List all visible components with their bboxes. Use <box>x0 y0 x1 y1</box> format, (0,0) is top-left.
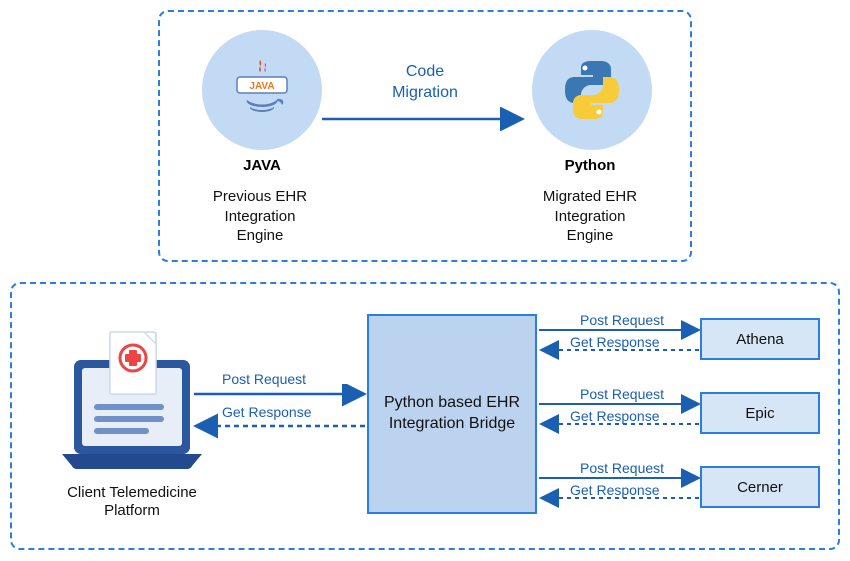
java-caption: Previous EHR Integration Engine <box>200 187 320 246</box>
ehr-box-epic: Epic <box>700 392 820 434</box>
client-post-label: Post Request <box>222 371 306 387</box>
java-circle: JAVA <box>202 30 322 150</box>
migration-arrow <box>322 107 532 131</box>
bridge-caption: Python based EHR Integration Bridge <box>379 393 525 435</box>
bottom-panel: Client Telemedicine Platform Python base… <box>10 282 840 550</box>
epic-post-label: Post Request <box>580 386 664 402</box>
integration-bridge-box: Python based EHR Integration Bridge <box>367 314 537 514</box>
python-caption: Migrated EHR Integration Engine <box>530 187 650 246</box>
ehr-athena-label: Athena <box>736 331 784 348</box>
telemedicine-client-icon <box>52 324 212 484</box>
python-lang-label: Python <box>560 157 620 174</box>
migration-arrow-label: Code Migration <box>360 62 490 104</box>
ehr-box-cerner: Cerner <box>700 466 820 508</box>
client-get-label: Get Response <box>222 404 312 420</box>
epic-get-label: Get Response <box>570 408 660 424</box>
java-lang-label: JAVA <box>242 157 282 174</box>
python-icon <box>557 55 627 125</box>
ehr-epic-label: Epic <box>745 405 774 422</box>
top-panel: JAVA JAVA Previous EHR Integration Engin… <box>158 10 692 262</box>
cerner-post-label: Post Request <box>580 460 664 476</box>
athena-post-label: Post Request <box>580 312 664 328</box>
python-circle <box>532 30 652 150</box>
cerner-get-label: Get Response <box>570 482 660 498</box>
java-icon: JAVA <box>227 55 297 125</box>
svg-text:JAVA: JAVA <box>249 81 274 92</box>
client-caption: Client Telemedicine Platform <box>52 484 212 520</box>
ehr-box-athena: Athena <box>700 318 820 360</box>
ehr-cerner-label: Cerner <box>737 479 783 496</box>
athena-get-label: Get Response <box>570 334 660 350</box>
